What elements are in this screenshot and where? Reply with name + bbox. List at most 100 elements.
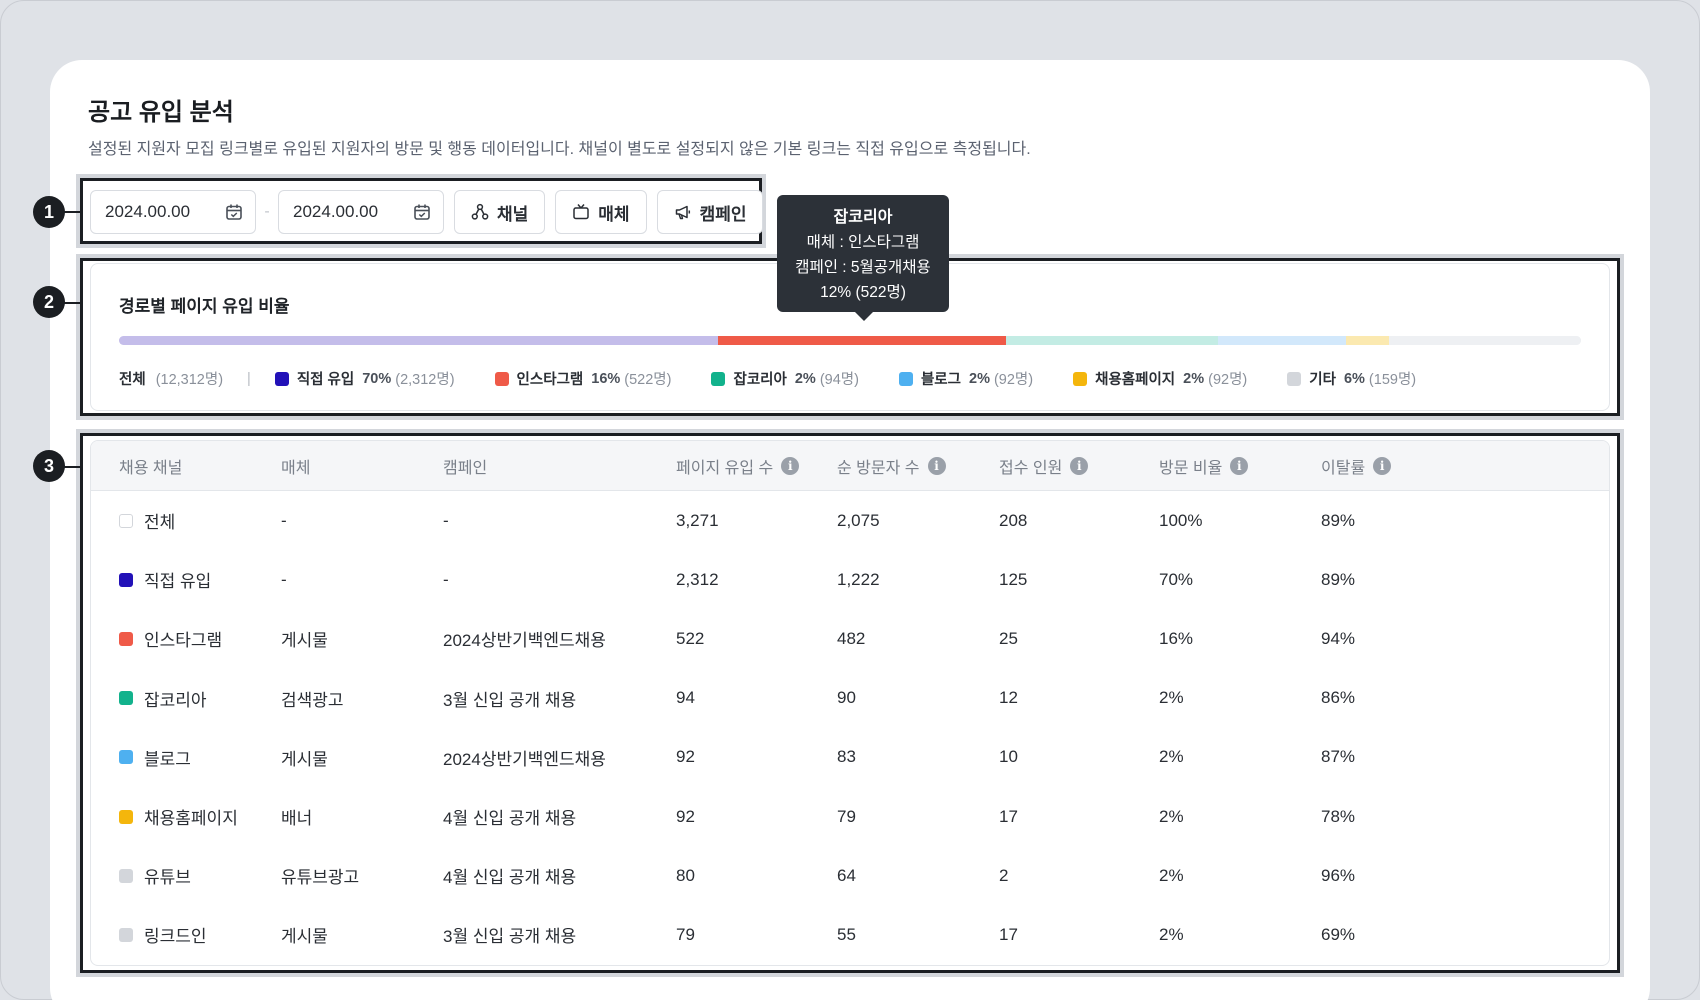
marker-connector-1	[64, 211, 82, 213]
legend-percent: 16%	[591, 370, 621, 387]
cell-campaign: 4월 신입 공개 채용	[443, 846, 576, 905]
campaign-filter-button[interactable]: 캠페인	[656, 190, 764, 234]
cell-text: 100%	[1159, 510, 1203, 530]
column-header-label: 페이지 유입 수	[676, 460, 774, 477]
channel-color-swatch	[119, 750, 133, 765]
ratio-bar-segment-homepage[interactable]	[1345, 336, 1390, 345]
ratio-legend: 전체 (12,312명) | 직접 유입 70% (2,312명) 인스타그램 16%(…	[119, 368, 1456, 389]
channel-color-swatch	[119, 513, 133, 528]
cell-text: 2%	[1159, 924, 1184, 944]
cell-bounce-rate: 78%	[1321, 787, 1355, 846]
channel-table: 채용 채널 매체 캠페인 페이지 유입 수i순 방문자 수 i 접수 인원 i 방문 비율 i 이…	[90, 440, 1610, 966]
cell-text: 96%	[1321, 865, 1356, 885]
cell-text: 2024상반기백엔드채용	[443, 749, 606, 769]
legend-percent: 6%	[1343, 370, 1365, 387]
cell-applicants: 208	[999, 491, 1027, 550]
cell-text: 12	[999, 688, 1018, 708]
cell-unique-visitors: 64	[837, 846, 856, 905]
cell-text: 2%	[1159, 806, 1184, 826]
cell-text: 채용홈페이지	[144, 809, 238, 828]
cell-campaign: 3월 신입 공개 채용	[443, 905, 576, 964]
cell-page-views: 80	[676, 846, 695, 905]
channel-color-swatch	[119, 631, 133, 646]
column-header: 접수 인원 i	[999, 441, 1089, 491]
legend-name: 기타	[1309, 372, 1336, 388]
cell-visit-ratio: 16%	[1159, 609, 1193, 668]
cell-text: 2%	[1159, 865, 1184, 885]
cell-text: 1,222	[837, 569, 880, 589]
cell-text: 125	[999, 569, 1028, 589]
cell-media: 검색광고	[281, 669, 344, 728]
cell-text: 92	[676, 806, 695, 826]
info-icon[interactable]: i	[927, 457, 946, 475]
tooltip-title: 잡코리아	[833, 209, 893, 226]
legend-item: 블로그 2% (92명)	[898, 368, 1033, 389]
legend-count: (2,312명)	[395, 372, 455, 388]
info-icon[interactable]: i	[1070, 457, 1089, 475]
cell-campaign: 2024상반기백엔드채용	[443, 728, 606, 787]
cell-media: -	[281, 491, 287, 550]
cell-text: 79	[837, 806, 856, 826]
channel-filter-button[interactable]: 채널	[454, 190, 546, 234]
legend-item: 기타 6% (159명)	[1287, 368, 1416, 389]
start-date-input[interactable]: 2024.00.00	[90, 190, 256, 234]
calendar-icon[interactable]	[413, 203, 431, 221]
cell-text: 인스타그램	[144, 631, 223, 651]
info-icon[interactable]: i	[1373, 457, 1392, 475]
cell-text: 83	[837, 747, 856, 767]
legend-item: 인스타그램 16% (522명)	[494, 368, 672, 389]
ratio-bar-segment-jobkorea[interactable]	[1006, 336, 1219, 345]
ratio-bar-segment-direct[interactable]	[119, 336, 719, 345]
cell-text: 전체	[144, 513, 176, 532]
media-filter-button[interactable]: 매체	[555, 190, 647, 234]
end-date-input[interactable]: 2024.00.00	[278, 190, 444, 234]
channel-color-swatch	[119, 572, 133, 587]
table-header: 채용 채널 매체 캠페인 페이지 유입 수i순 방문자 수 i 접수 인원 i 방문 비율 i 이…	[91, 441, 1609, 491]
column-header: 채용 채널	[119, 441, 182, 491]
channel-network-icon	[471, 203, 489, 220]
legend-count: (522명)	[624, 372, 672, 388]
cell-applicants: 17	[999, 787, 1018, 846]
ratio-bar-segment-etc[interactable]	[1389, 336, 1581, 345]
cell-channel: 링크드인	[119, 905, 207, 964]
table-row[interactable]: 잡코리아 검색광고 3월 신입 공개 채용 94 90 12 2% 86%	[91, 669, 1609, 728]
marker-2: 2	[33, 286, 65, 318]
page-title: 공고 유입 분석	[88, 99, 234, 126]
cell-text: 25	[999, 628, 1018, 648]
cell-text: 게시물	[281, 631, 328, 651]
marker-connector-2	[64, 302, 82, 304]
legend-item: 직접 유입 70% (2,312명)	[274, 368, 455, 389]
table-row[interactable]: 블로그 게시물 2024상반기백엔드채용 92 83 10 2% 87%	[91, 728, 1609, 787]
ratio-bar-segment-blog[interactable]	[1218, 336, 1346, 345]
cell-unique-visitors: 79	[837, 787, 856, 846]
cell-page-views: 3,271	[676, 491, 719, 550]
calendar-icon[interactable]	[225, 203, 243, 221]
cell-text: 직접 유입	[144, 572, 212, 592]
table-row[interactable]: 직접 유입 - - 2,312 1,222 125 70% 89%	[91, 550, 1609, 609]
cell-text: 70%	[1159, 569, 1194, 589]
cell-unique-visitors: 482	[837, 609, 865, 668]
cell-page-views: 92	[676, 787, 695, 846]
cell-text: 79	[676, 924, 695, 944]
table-row[interactable]: 전체 - - 3,271 2,075 208 100% 89%	[91, 491, 1609, 550]
cell-text: 2,075	[837, 510, 880, 530]
cell-channel: 전체	[119, 491, 175, 550]
table-row[interactable]: 인스타그램 게시물 2024상반기백엔드채용 522 482 25 16% 94%	[91, 609, 1609, 668]
tv-icon	[573, 204, 590, 220]
cell-visit-ratio: 2%	[1159, 728, 1184, 787]
table-row[interactable]: 링크드인 게시물 3월 신입 공개 채용 79 55 17 2% 69%	[91, 905, 1609, 964]
channel-filter-label: 채널	[497, 204, 529, 224]
column-header-label: 순 방문자 수	[837, 460, 920, 477]
info-icon[interactable]: i	[781, 457, 800, 475]
megaphone-icon	[675, 205, 690, 220]
cell-text: 게시물	[281, 749, 328, 769]
cell-text: 89%	[1321, 569, 1356, 589]
table-row[interactable]: 채용홈페이지 배너 4월 신입 공개 채용 92 79 17 2% 78%	[91, 787, 1609, 846]
cell-visit-ratio: 70%	[1159, 550, 1193, 609]
legend-name: 직접 유입	[296, 372, 355, 388]
legend-percent: 2%	[969, 370, 990, 387]
ratio-bar-segment-instagram[interactable]	[718, 336, 1007, 345]
table-row[interactable]: 유튜브 유튜브광고 4월 신입 공개 채용 80 64 2 2% 96%	[91, 846, 1609, 905]
info-icon[interactable]: i	[1230, 457, 1249, 475]
cell-bounce-rate: 94%	[1321, 609, 1355, 668]
